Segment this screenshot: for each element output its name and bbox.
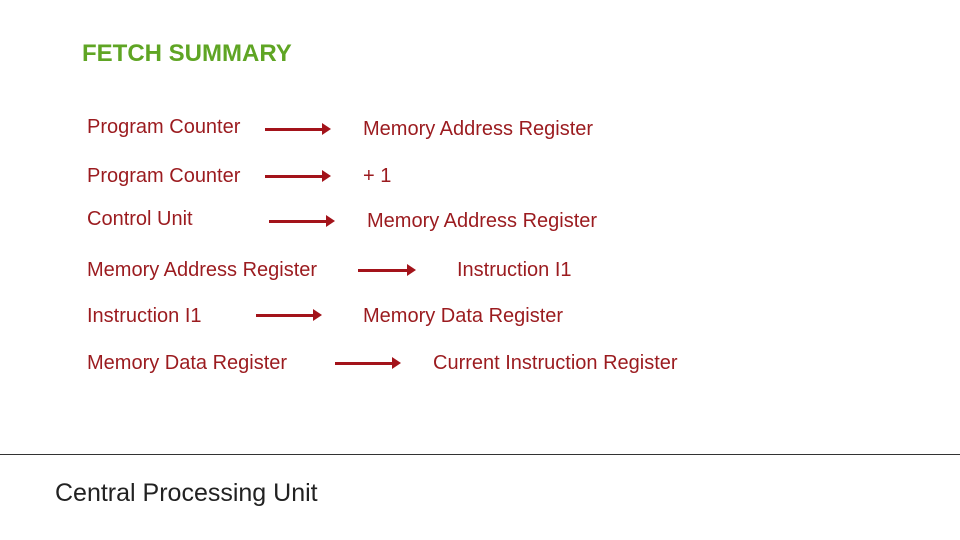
step-4-arrow-icon: [358, 264, 416, 276]
step-1-target: Memory Address Register: [363, 118, 594, 140]
step-3-source: Control Unit: [87, 208, 193, 230]
step-6-arrow-icon: [335, 357, 401, 369]
footer-text: Central Processing Unit: [55, 479, 318, 507]
step-3-target: Memory Address Register: [367, 210, 598, 232]
step-4-source: Memory Address Register: [87, 259, 318, 281]
step-2-source: Program Counter: [87, 165, 241, 187]
step-5-source: Instruction I1: [87, 305, 202, 327]
step-1-arrow-icon: [265, 123, 331, 135]
step-1-source: Program Counter: [87, 116, 241, 138]
step-2-arrow-icon: [265, 170, 331, 182]
step-5-target: Memory Data Register: [363, 305, 564, 327]
step-2-target: + 1: [363, 165, 392, 187]
step-3-arrow-icon: [269, 215, 335, 227]
step-6-source: Memory Data Register: [87, 352, 288, 374]
step-5-arrow-icon: [256, 309, 322, 321]
footer-divider: [0, 454, 960, 455]
step-6-target: Current Instruction Register: [433, 352, 678, 374]
slide-title: FETCH SUMMARY: [82, 40, 292, 67]
step-4-target: Instruction I1: [457, 259, 572, 281]
